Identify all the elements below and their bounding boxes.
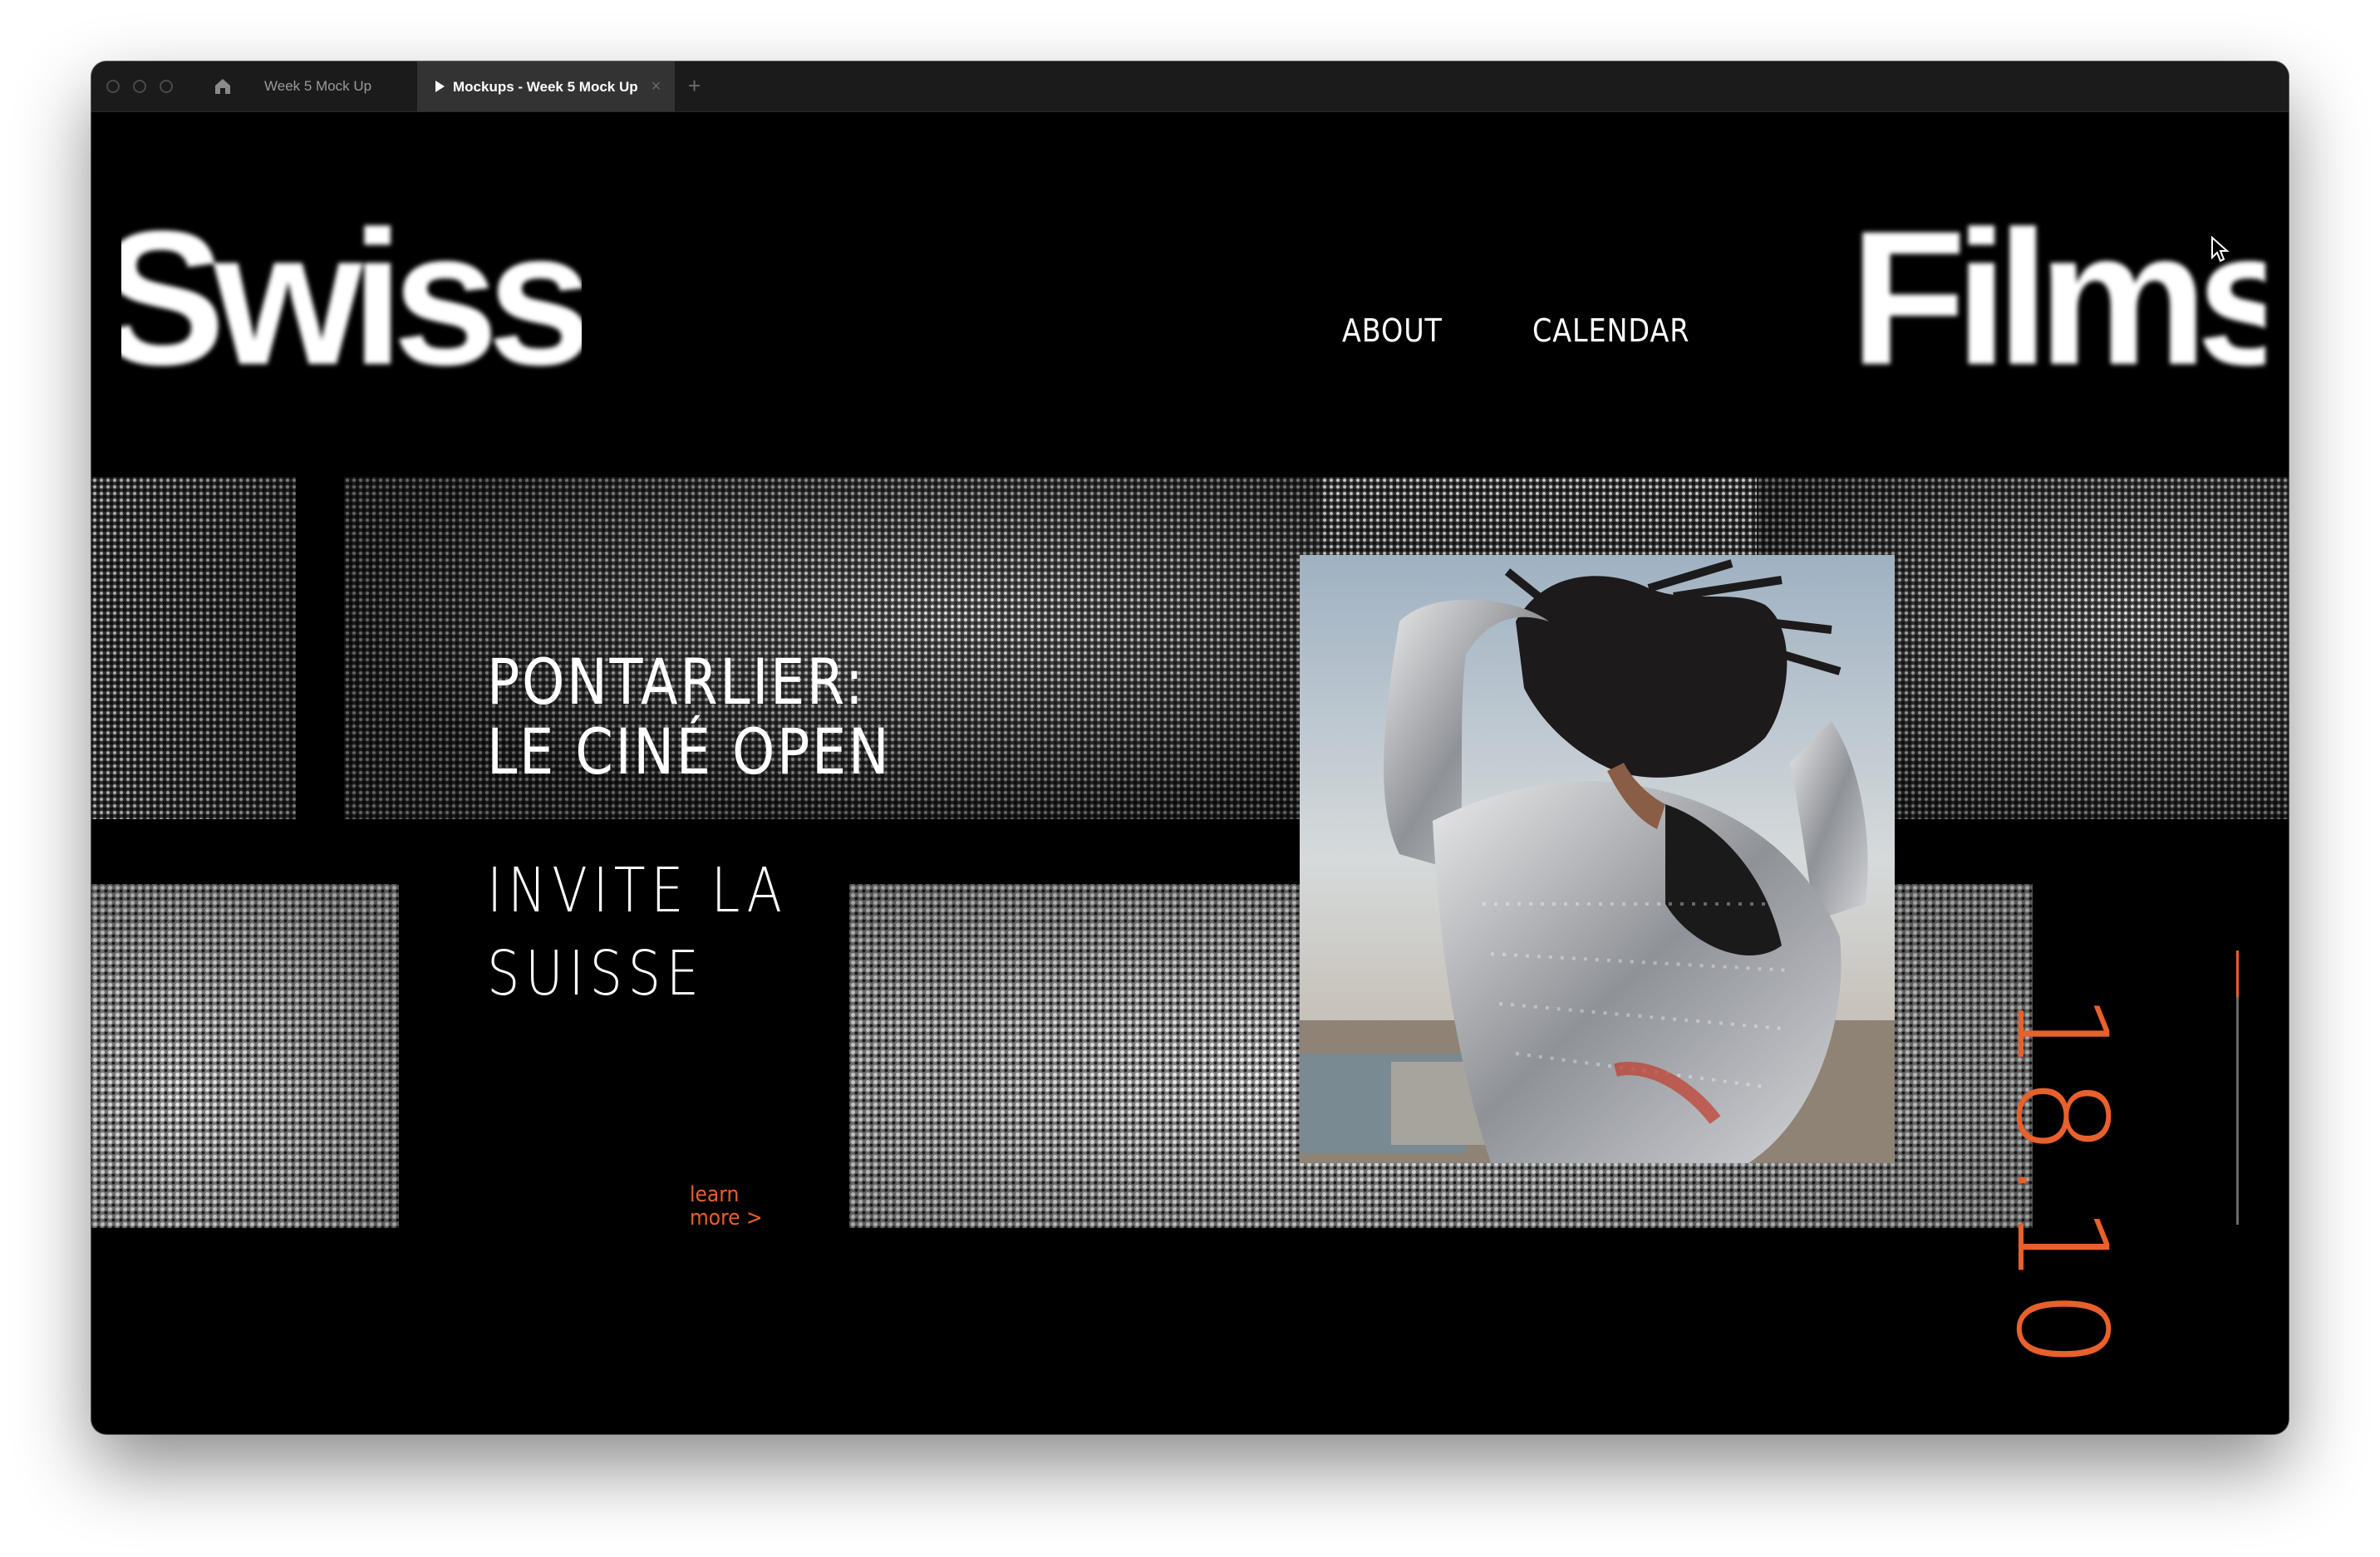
minimize-window-button[interactable] [133,80,146,93]
tab-week-5-mock-up[interactable]: Week 5 Mock Up [264,61,389,111]
date-scroll-progress [2236,950,2239,998]
featured-photo [1300,555,1895,1163]
tab-label: Mockups - Week 5 Mock Up [453,79,638,95]
date-scroll-track[interactable] [2236,950,2239,1225]
tab-label: Week 5 Mock Up [264,78,372,94]
logo-swiss[interactable]: Swiss [121,203,582,394]
close-window-button[interactable] [106,80,120,93]
subhead-line-1: INVITE LA [487,855,788,926]
mouse-cursor-icon [2211,236,2230,263]
close-tab-icon[interactable]: × [652,61,661,111]
home-icon[interactable] [213,76,233,96]
nav-about[interactable]: ABOUT [1342,312,1443,349]
browser-window: Week 5 Mock Up Mockups - Week 5 Mock Up ×… [91,61,2289,1434]
event-date: 18.10 [1989,992,2133,1374]
learn-more-line-2: more > [690,1206,763,1230]
event-subhead: INVITE LA SUISSE [487,849,788,1015]
logo-films[interactable]: Films [1850,203,2265,394]
nav-calendar[interactable]: CALENDAR [1532,312,1689,349]
learn-more-link[interactable]: learn more > [690,1183,763,1230]
subhead-line-2: SUISSE [487,938,705,1009]
play-icon [435,80,445,92]
new-tab-button[interactable]: + [688,61,701,111]
zoom-window-button[interactable] [160,80,173,93]
dancer-image [1300,555,1895,1163]
tab-bar: Week 5 Mock Up Mockups - Week 5 Mock Up ×… [91,61,2289,112]
halftone-tile [91,884,399,1228]
headline-line-2: LE CINÉ OPEN [487,715,892,788]
tab-mockups-week-5[interactable]: Mockups - Week 5 Mock Up × [417,61,675,111]
headline-line-1: PONTARLIER: [487,645,866,719]
learn-more-line-1: learn [690,1182,740,1207]
event-headline: PONTARLIER: LE CINÉ OPEN [487,647,891,787]
halftone-tile [91,477,296,819]
